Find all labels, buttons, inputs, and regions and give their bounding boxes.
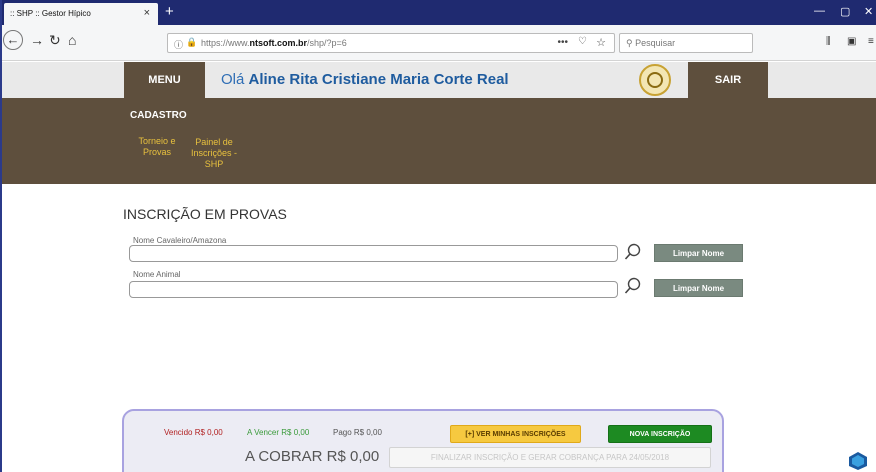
restore-icon[interactable]: ▢ (840, 5, 850, 18)
library-icon[interactable]: ⫼ (826, 36, 831, 47)
animal-name-input[interactable] (129, 281, 618, 298)
browser-search-input[interactable]: ⚲ Pesquisar (619, 33, 753, 53)
menu-panel: CADASTRO Torneio e Provas Painel de Insc… (2, 98, 876, 184)
user-name: Aline Rita Cristiane Maria Corte Real (248, 71, 509, 88)
clear-animal-button[interactable]: Limpar Nome (654, 279, 743, 297)
search-icon: ⚲ (626, 38, 636, 48)
back-arrow-icon[interactable]: ← (3, 30, 23, 50)
info-icon[interactable]: ⓘ (174, 38, 183, 51)
bookmark-star-icon[interactable]: ☆ (596, 36, 606, 49)
home-icon[interactable]: ⌂ (68, 32, 76, 48)
animal-label: Nome Animal (133, 270, 181, 279)
menu-item-painel-inscricoes[interactable]: Painel de Inscrições - SHP (185, 137, 243, 170)
animal-search-icon[interactable] (624, 277, 642, 295)
rider-name-input[interactable] (129, 245, 618, 262)
browser-toolbar: ← → ↻ ⌂ ⓘ 🔒 https://www.ntsoft.com.br/sh… (2, 25, 876, 61)
menu-section-cadastro: CADASTRO (130, 110, 187, 121)
reload-icon[interactable]: ↻ (49, 32, 61, 49)
pocket-icon[interactable]: ♡ (578, 36, 587, 47)
billing-summary-panel: Vencido R$ 0,00 A Vencer R$ 0,00 Pago R$… (122, 409, 724, 472)
rider-label: Nome Cavaleiro/Amazona (133, 236, 227, 245)
new-tab-icon[interactable]: + (165, 3, 174, 20)
browser-tab[interactable]: :: SHP :: Gestor Hípico × (4, 3, 158, 25)
url-bar[interactable]: ⓘ 🔒 https://www.ntsoft.com.br/shp/?p=6 •… (167, 33, 615, 53)
pago-amount: Pago R$ 0,00 (333, 428, 382, 437)
finalize-entry-button[interactable]: FINALIZAR INSCRIÇÃO E GERAR COBRANÇA PAR… (389, 447, 711, 468)
minimize-icon[interactable]: — (814, 5, 825, 17)
vencido-amount: Vencido R$ 0,00 (164, 428, 223, 437)
view-my-entries-button[interactable]: [+] VER MINHAS INSCRIÇÕES (450, 425, 581, 443)
logout-button[interactable]: SAIR (688, 62, 768, 98)
browser-window: :: SHP :: Gestor Hípico × + — ▢ ✕ ← → ↻ … (0, 0, 876, 472)
new-entry-button[interactable]: NOVA INSCRIÇÃO (608, 425, 712, 443)
sidebar-icon[interactable]: ▣ (847, 36, 856, 47)
site-header: MENU Olá Aline Rita Cristiane Maria Cort… (2, 62, 876, 98)
hamburger-menu-icon[interactable]: ≡ (868, 36, 874, 47)
page-title: INSCRIÇÃO EM PROVAS (123, 206, 287, 222)
page-actions-icon[interactable]: ••• (557, 37, 568, 48)
amount-to-charge: A COBRAR R$ 0,00 (245, 448, 380, 465)
menu-item-torneio-provas[interactable]: Torneio e Provas (134, 136, 180, 158)
a-vencer-amount: A Vencer R$ 0,00 (247, 428, 310, 437)
ntsoft-logo-icon (849, 452, 867, 470)
forward-arrow-icon[interactable]: → (30, 32, 44, 48)
greeting: Olá Aline Rita Cristiane Maria Corte Rea… (221, 71, 509, 88)
rider-search-icon[interactable] (624, 243, 642, 261)
federation-logo-icon (639, 64, 671, 96)
menu-button[interactable]: MENU (124, 62, 205, 98)
tab-title: :: SHP :: Gestor Hípico (10, 9, 91, 18)
url-text: https://www.ntsoft.com.br/shp/?p=6 (201, 38, 347, 48)
tab-close-icon[interactable]: × (144, 7, 150, 19)
lock-icon: 🔒 (186, 37, 198, 47)
window-close-icon[interactable]: ✕ (864, 5, 873, 18)
clear-rider-button[interactable]: Limpar Nome (654, 244, 743, 262)
tab-bar: :: SHP :: Gestor Hípico × + — ▢ ✕ (2, 0, 876, 25)
